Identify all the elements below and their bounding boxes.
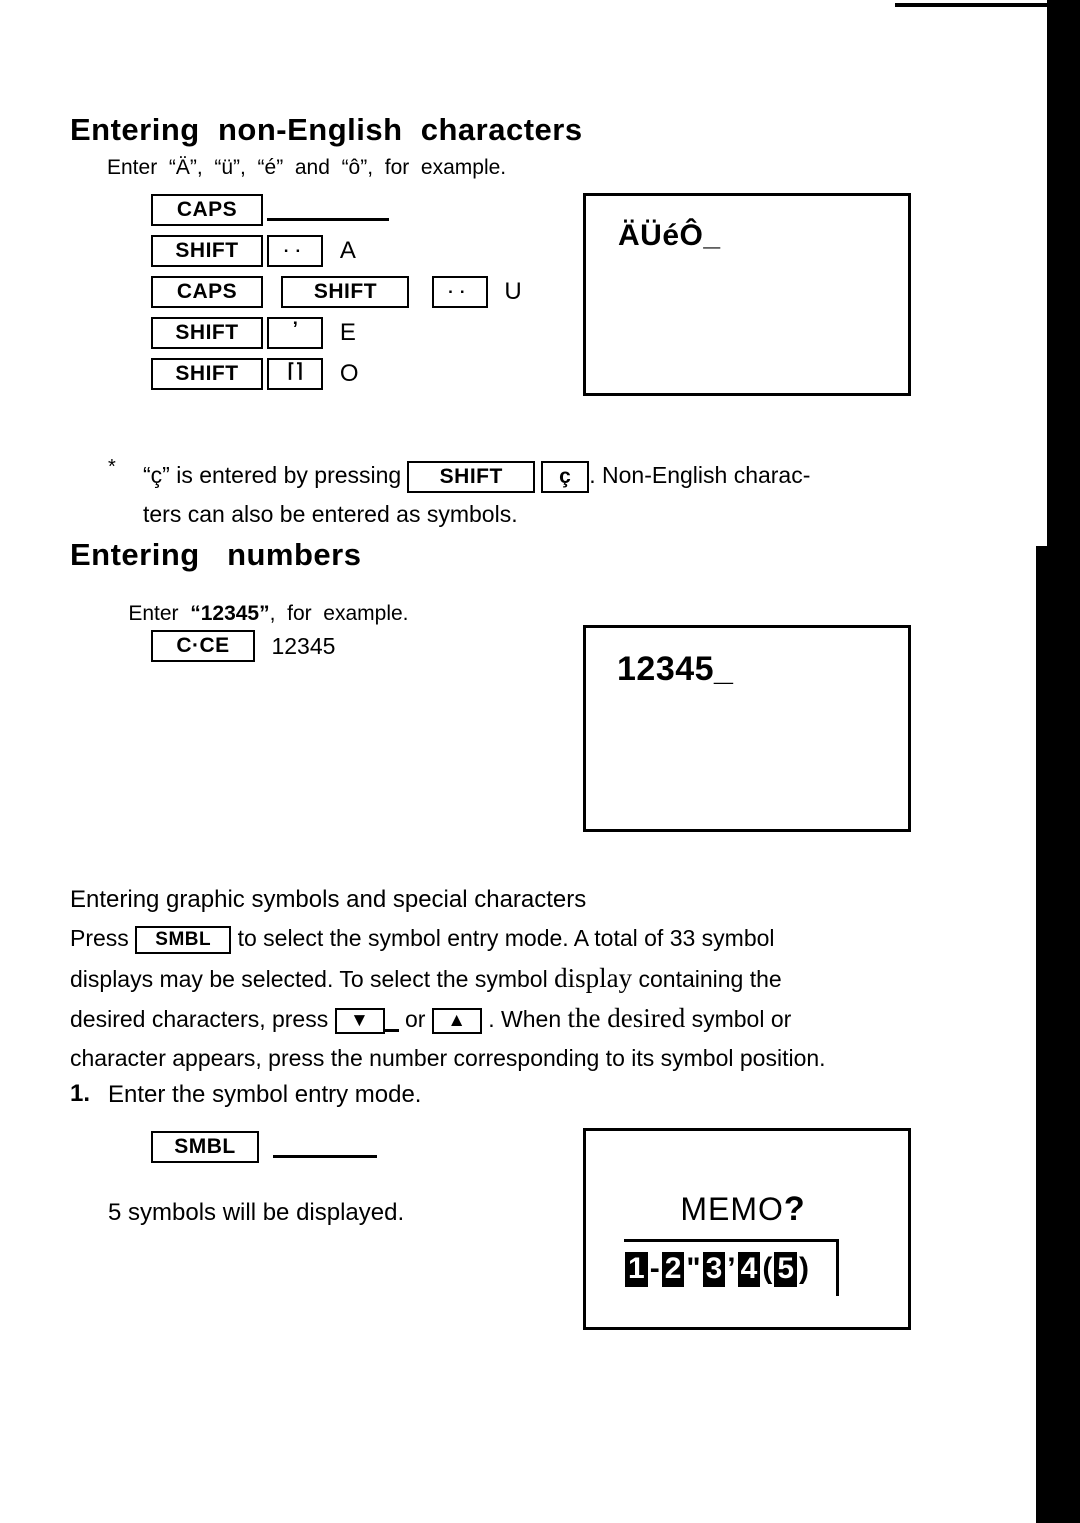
footnote-marker: *	[108, 456, 116, 478]
scan-edge-bar-lower	[1036, 546, 1080, 1523]
footnote-text-part1: “ç” is entered by pressing	[143, 462, 402, 488]
intro-numbers-pre: Enter	[128, 602, 191, 625]
step-caption: 5 symbols will be displayed.	[108, 1199, 405, 1226]
symbol-char-2: "	[686, 1252, 701, 1285]
key-shift[interactable]: SHIFT	[281, 276, 410, 308]
body-text: or	[398, 1006, 432, 1032]
symbol-char-3: ’	[727, 1252, 736, 1285]
key-sequence-row-5: SHIFT ⌈⌉ O	[151, 358, 359, 390]
symbol-row-top-rule	[624, 1239, 836, 1242]
symbol-row-cursor	[836, 1239, 839, 1296]
symbol-position-4[interactable]: 4	[737, 1252, 761, 1287]
key-shift[interactable]: SHIFT	[151, 235, 263, 267]
lcd-memo-question-mark: ?	[783, 1190, 806, 1228]
body-text: desired characters, press	[70, 1006, 335, 1032]
result-digits: 12345	[271, 632, 336, 659]
heading-entering-graphic-symbols: Entering graphic symbols and special cha…	[70, 886, 587, 913]
body-line-1: Press SMBL to select the symbol entry mo…	[70, 918, 775, 958]
result-char-o: O	[339, 360, 359, 387]
footnote-line-2: ters can also be entered as symbols.	[143, 501, 518, 527]
symbol-position-5[interactable]: 5	[774, 1252, 798, 1287]
lcd-display-non-english: ÄÜéÔ_	[583, 193, 911, 396]
symbol-char-1: -	[649, 1252, 660, 1285]
lcd-line-text: ÄÜéÔ_	[618, 219, 721, 252]
lcd-line-text: 12345_	[617, 650, 734, 688]
key-acute-icon[interactable]: ’	[267, 317, 324, 349]
key-caps[interactable]: CAPS	[151, 194, 263, 226]
heading-entering-non-english-characters: Entering non-English characters	[70, 112, 583, 147]
key-arrow-down-icon[interactable]: ▼	[334, 1007, 385, 1034]
result-char-a: A	[339, 237, 356, 264]
lcd-memo-text: MEMO	[680, 1191, 784, 1227]
key-cedilla[interactable]: ç	[541, 460, 590, 493]
scan-edge-line-top	[895, 3, 1047, 7]
heading-entering-numbers: Entering numbers	[70, 537, 362, 572]
key-sequence-row-4: SHIFT ’ E	[151, 317, 356, 349]
result-char-e: E	[339, 319, 356, 346]
key-arrow-up-icon[interactable]: ▲	[431, 1007, 482, 1034]
key-sequence-smbl: SMBL	[151, 1131, 377, 1163]
scanned-manual-page: Entering non-English characters Enter “Ä…	[0, 0, 1080, 1523]
intro-numbers-post: , for example.	[269, 602, 409, 625]
body-line-2: displays may be selected. To select the …	[70, 958, 782, 999]
symbol-row: 1-2 " 3’ 4(5)	[624, 1252, 810, 1287]
key-shift[interactable]: SHIFT	[151, 317, 263, 349]
scan-edge-bar-upper	[1047, 0, 1080, 546]
intro-numbers-value: “12345”	[190, 602, 270, 625]
arrow-underline	[384, 1029, 399, 1033]
symbol-position-1[interactable]: 1	[625, 1252, 648, 1287]
step-text: Enter the symbol entry mode.	[108, 1081, 422, 1108]
step-number: 1.	[70, 1080, 91, 1107]
body-text: Press	[70, 925, 136, 951]
key-shift[interactable]: SHIFT	[407, 460, 536, 493]
body-text: . When	[481, 1006, 568, 1032]
key-sequence-row-1: CAPS	[151, 194, 389, 226]
key-smbl[interactable]: SMBL	[135, 925, 232, 954]
symbol-position-2[interactable]: 2	[661, 1252, 685, 1287]
symbol-char-5: )	[799, 1252, 810, 1285]
key-sequence-row-3: CAPS SHIFT .. U	[151, 276, 522, 308]
body-text: containing the	[632, 966, 782, 992]
body-line-4: character appears, press the number corr…	[70, 1045, 826, 1071]
sequence-tail-rule	[267, 217, 389, 221]
intro-non-english: Enter “Ä”, “ü”, “é” and “ô”, for example…	[107, 156, 507, 179]
key-caps[interactable]: CAPS	[151, 276, 263, 308]
body-line-3: desired characters, press ▼ or ▲ . When …	[70, 998, 791, 1039]
key-umlaut-icon[interactable]: ..	[267, 235, 324, 267]
symbol-position-3[interactable]: 3	[702, 1252, 726, 1287]
lcd-display-symbols: MEMO? 1-2 " 3’ 4(5)	[583, 1128, 911, 1330]
body-text: to select the symbol entry mode. A total…	[231, 925, 775, 951]
key-sequence-row-2: SHIFT .. A	[151, 235, 356, 267]
key-sequence-numbers: C·CE 12345	[151, 630, 335, 662]
key-clear-ce[interactable]: C·CE	[151, 630, 255, 662]
sequence-tail-rule	[273, 1154, 377, 1158]
symbol-char-4: (	[762, 1252, 773, 1285]
key-smbl[interactable]: SMBL	[151, 1131, 259, 1163]
key-circumflex-icon[interactable]: ⌈⌉	[267, 358, 324, 390]
key-umlaut-icon[interactable]: ..	[431, 276, 488, 308]
key-shift[interactable]: SHIFT	[151, 358, 263, 390]
lcd-memo-title: MEMO?	[621, 1153, 806, 1266]
footnote-line-1: “ç” is entered by pressing SHIFT ç. Non-En…	[143, 456, 810, 494]
body-text: displays may be selected. To select the …	[70, 966, 555, 992]
result-char-u: U	[504, 278, 522, 305]
lcd-display-numbers: 12345_	[583, 625, 911, 832]
body-text: symbol or	[685, 1006, 792, 1032]
body-text-serif: display	[554, 963, 633, 993]
body-text-serif: the desired	[567, 1003, 686, 1033]
footnote-text-part2: . Non-English charac-	[589, 462, 811, 488]
